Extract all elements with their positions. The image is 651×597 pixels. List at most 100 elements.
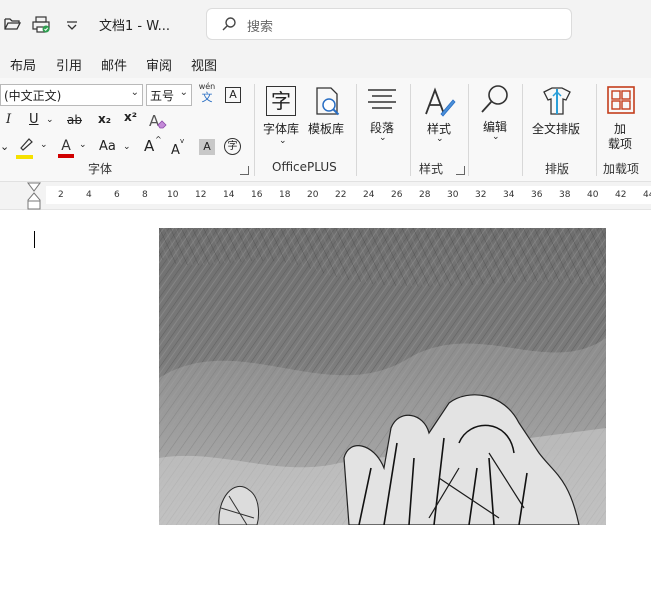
character-shading-button[interactable]: A bbox=[199, 139, 215, 155]
font-library-icon[interactable]: 字 bbox=[266, 86, 296, 116]
document-canvas[interactable] bbox=[0, 210, 651, 597]
shrink-font-glyph: A bbox=[171, 143, 180, 158]
ruler-tick: 20 bbox=[307, 190, 319, 200]
styles-dialog-launcher[interactable] bbox=[456, 166, 465, 175]
chevron-down-icon[interactable]: ⌄ bbox=[123, 142, 131, 152]
add-ins-group-label: 加载项 bbox=[603, 162, 640, 176]
full-text-layout-button[interactable]: 全文排版 bbox=[532, 120, 580, 137]
highlighter-icon bbox=[20, 138, 33, 151]
highlight-color-swatch bbox=[16, 155, 33, 159]
caret-up-icon: ^ bbox=[155, 135, 162, 144]
menu-review[interactable]: 审阅 bbox=[146, 55, 172, 74]
officeplus-group-label: OfficePLUS bbox=[272, 160, 337, 174]
phonetic-guide-button[interactable]: wén 文 bbox=[198, 82, 216, 104]
superscript-button[interactable]: x² bbox=[124, 110, 137, 124]
character-border-glyph: A bbox=[229, 88, 237, 101]
search-box[interactable]: 搜索 bbox=[206, 8, 572, 40]
chevron-down-icon[interactable]: ⌄ bbox=[46, 115, 54, 125]
menu-view[interactable]: 视图 bbox=[191, 55, 217, 74]
phonetic-guide-pinyin: wén bbox=[198, 82, 216, 91]
search-icon bbox=[222, 17, 236, 31]
menu-references[interactable]: 引用 bbox=[56, 55, 82, 74]
add-ins-icon[interactable] bbox=[607, 86, 635, 114]
font-library-glyph: 字 bbox=[271, 89, 291, 113]
font-library-button[interactable]: 字体库 bbox=[263, 120, 299, 137]
strikethrough-button[interactable]: ab bbox=[67, 113, 82, 127]
eraser-icon bbox=[157, 120, 167, 129]
open-folder-icon[interactable] bbox=[3, 14, 23, 34]
inserted-sketch-image[interactable] bbox=[159, 228, 606, 525]
font-color-button[interactable]: A bbox=[58, 135, 74, 158]
group-separator bbox=[468, 84, 469, 176]
subscript-button[interactable]: x₂ bbox=[98, 112, 111, 126]
font-size-value: 五号 bbox=[150, 89, 175, 103]
ruler-tick: 6 bbox=[114, 190, 120, 200]
layout-group-label: 排版 bbox=[545, 162, 570, 176]
group-separator bbox=[410, 84, 411, 176]
text-effects-button[interactable]: A bbox=[149, 111, 167, 130]
ruler-tick: 40 bbox=[587, 190, 599, 200]
template-library-icon[interactable] bbox=[313, 86, 343, 118]
customize-dropdown-icon[interactable] bbox=[62, 14, 82, 34]
ribbon: (中文正文) ⌄ 五号 ⌄ wén 文 A I U ⌄ ab x₂ x² A ⌄… bbox=[0, 78, 651, 182]
group-separator bbox=[356, 84, 357, 176]
font-color-glyph: A bbox=[61, 138, 71, 154]
indent-marker-icon[interactable] bbox=[26, 182, 42, 210]
ruler-tick: 26 bbox=[391, 190, 403, 200]
chevron-down-icon[interactable]: ⌄ bbox=[379, 133, 387, 143]
chevron-down-icon[interactable]: ⌄ bbox=[436, 134, 444, 144]
chevron-down-icon[interactable]: ⌄ bbox=[492, 132, 500, 142]
chevron-down-icon[interactable]: ⌄ bbox=[79, 140, 87, 150]
find-icon[interactable] bbox=[480, 84, 510, 116]
chevron-down-icon[interactable]: ⌄ bbox=[40, 140, 48, 150]
horizontal-ruler[interactable]: 2468101214161820222426283032343638404244 bbox=[0, 182, 651, 210]
search-placeholder: 搜索 bbox=[247, 20, 274, 35]
document-title: 文档1 - W... bbox=[99, 19, 170, 34]
underline-button[interactable]: U bbox=[29, 112, 39, 127]
character-border-button[interactable]: A bbox=[225, 87, 241, 103]
group-separator bbox=[596, 84, 597, 176]
chevron-down-icon[interactable]: ⌄ bbox=[279, 136, 287, 146]
font-group-label: 字体 bbox=[88, 162, 113, 176]
ruler-tick: 36 bbox=[531, 190, 543, 200]
grow-font-button[interactable]: A ^ bbox=[144, 135, 162, 155]
ruler-tick: 44 bbox=[643, 190, 651, 200]
ruler-tick: 34 bbox=[503, 190, 515, 200]
highlight-button[interactable] bbox=[16, 136, 36, 159]
ruler-tick: 38 bbox=[559, 190, 571, 200]
ruler-tick: 14 bbox=[223, 190, 235, 200]
ruler-tick: 18 bbox=[279, 190, 291, 200]
ruler-tick: 2 bbox=[58, 190, 64, 200]
styles-icon[interactable] bbox=[423, 86, 457, 120]
ruler-tick: 4 bbox=[86, 190, 92, 200]
paragraph-icon[interactable] bbox=[367, 88, 397, 112]
enclose-character-button[interactable]: 字 bbox=[224, 138, 241, 155]
menu-layout[interactable]: 布局 bbox=[10, 55, 36, 74]
title-bar: 文档1 - W... 搜索 bbox=[0, 0, 651, 48]
phonetic-guide-char: 文 bbox=[201, 91, 213, 104]
menu-bar: 布局 引用 邮件 审阅 视图 bbox=[0, 48, 651, 78]
ruler-tick: 42 bbox=[615, 190, 627, 200]
font-color-swatch bbox=[58, 154, 74, 158]
ruler-tick: 16 bbox=[251, 190, 263, 200]
font-size-select[interactable]: 五号 ⌄ bbox=[146, 84, 192, 106]
ruler-tick: 24 bbox=[363, 190, 375, 200]
menu-mailings[interactable]: 邮件 bbox=[101, 55, 127, 74]
styles-group-label: 样式 bbox=[419, 162, 444, 176]
print-preview-icon[interactable] bbox=[31, 14, 51, 34]
full-text-layout-icon[interactable] bbox=[540, 86, 574, 116]
font-dialog-launcher[interactable] bbox=[240, 166, 249, 175]
group-separator bbox=[522, 84, 523, 176]
change-case-button[interactable]: Aa bbox=[99, 139, 116, 154]
template-library-button[interactable]: 模板库 bbox=[308, 120, 344, 137]
ruler-tick: 22 bbox=[335, 190, 347, 200]
chevron-down-icon[interactable]: ⌄ bbox=[0, 140, 9, 153]
chevron-down-icon: ⌄ bbox=[179, 87, 188, 98]
ruler-tick: 30 bbox=[447, 190, 459, 200]
italic-button[interactable]: I bbox=[6, 112, 11, 127]
font-name-select[interactable]: (中文正文) ⌄ bbox=[0, 84, 143, 106]
enclose-character-glyph: 字 bbox=[227, 141, 238, 152]
add-ins-button-line2[interactable]: 载项 bbox=[608, 135, 632, 152]
caret-down-icon: v bbox=[180, 137, 185, 145]
shrink-font-button[interactable]: A v bbox=[171, 137, 189, 158]
